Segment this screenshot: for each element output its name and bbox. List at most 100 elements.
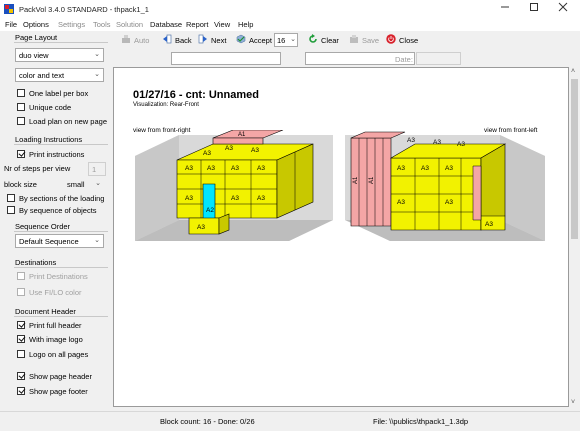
box-label: A3 [407, 137, 415, 144]
checkbox-box [17, 321, 25, 329]
box-label: A3 [433, 139, 441, 146]
maximize-button[interactable] [519, 0, 549, 19]
show-page-header-label: Show page header [29, 372, 92, 381]
box-label: A2 [206, 207, 214, 214]
auto-icon [122, 35, 130, 43]
divider [14, 144, 108, 145]
menu-tools[interactable]: Tools [93, 20, 111, 29]
by-sections-label: By sections of the loading [19, 194, 105, 203]
minimize-button[interactable] [490, 0, 520, 19]
print-full-header-label: Print full header [29, 321, 82, 330]
steps-per-view-field[interactable]: 1 [88, 162, 106, 176]
toolbar-field-left[interactable] [171, 52, 281, 65]
scroll-down-icon[interactable]: ˅ [571, 399, 575, 406]
chevron-down-icon: ⌄ [95, 180, 101, 187]
accept-icon [236, 34, 246, 44]
steps-per-view-label: Nr of steps per view [4, 164, 71, 173]
checkbox-box [17, 350, 25, 358]
menu-report[interactable]: Report [186, 20, 209, 29]
vertical-scrollbar[interactable]: ˄ ˅ [569, 67, 580, 407]
chevron-down-icon: ⌄ [290, 36, 296, 43]
close-icon [558, 2, 568, 12]
auto-label: Auto [134, 36, 150, 45]
status-bar: Block count: 16 - Done: 0/26 File: \\pub… [0, 411, 580, 431]
view-mode-value: duo view [19, 51, 49, 60]
file-path-status: File: \\publics\thpack1_1.3dp [373, 417, 469, 426]
sequence-select[interactable]: Default Sequence ⌄ [15, 234, 104, 248]
menu-view[interactable]: View [214, 20, 230, 29]
packvol-app-icon [4, 4, 14, 14]
accept-label: Accept [249, 36, 272, 45]
clear-icon [309, 34, 317, 43]
divider [14, 231, 108, 232]
menu-file[interactable]: File [5, 20, 17, 29]
checkbox-box [17, 372, 25, 380]
menu-options[interactable]: Options [23, 20, 49, 29]
close-window-button[interactable] [548, 0, 578, 19]
next-arrow-icon [198, 34, 207, 44]
menu-bar: File Options Settings Tools Solution Dat… [0, 19, 580, 31]
menu-database[interactable]: Database [150, 20, 182, 29]
report-canvas: 01/27/16 - cnt: Unnamed Visualization: R… [113, 67, 569, 407]
window-title: PackVol 3.4.0 STANDARD - thpack1_1 [19, 5, 149, 14]
box-label: A3 [445, 165, 453, 172]
menu-help[interactable]: Help [238, 20, 253, 29]
back-arrow-icon [163, 34, 172, 44]
print-destinations-label: Print Destinations [29, 272, 88, 281]
box-label: A3 [457, 141, 465, 148]
maximize-icon [530, 3, 538, 11]
divider [14, 42, 108, 43]
date-label: Date: [395, 55, 413, 64]
menu-solution[interactable]: Solution [116, 20, 143, 29]
page-layout-title: Page Layout [15, 33, 58, 42]
sequence-order-title: Sequence Order [15, 222, 71, 231]
view-front-left-diagram: A1 A1 A3 A3 A3 A3 A3 A3 A3 A3 A3 [345, 131, 545, 241]
checkbox-box [17, 335, 25, 343]
color-mode-select[interactable]: color and text ⌄ [15, 68, 104, 82]
clear-label: Clear [321, 36, 339, 45]
document-header-title: Document Header [15, 307, 76, 316]
box-label: A3 [485, 221, 493, 228]
view-front-right-diagram: A3 A3 A3 A1 A3 A3 A3 A3 A3 A3 A3 A2 A3 [135, 130, 333, 241]
checkbox-box [17, 150, 25, 158]
block-size-select[interactable]: small ⌄ [63, 177, 105, 191]
accept-count-select[interactable]: 16 ⌄ [274, 33, 298, 47]
block-size-value: small [67, 180, 85, 189]
accept-count-value: 16 [277, 36, 286, 45]
date-field[interactable] [416, 52, 461, 65]
box-label: A3 [225, 145, 233, 152]
scroll-up-icon[interactable]: ˄ [571, 68, 575, 75]
back-label: Back [175, 36, 192, 45]
next-label: Next [211, 36, 227, 45]
checkbox-box [7, 194, 15, 202]
report-page: 01/27/16 - cnt: Unnamed Visualization: R… [118, 72, 558, 406]
box-label: A3 [397, 199, 405, 206]
sidebar: Page Layout duo view ⌄ color and text ⌄ … [0, 31, 111, 411]
unique-code-label: Unique code [29, 103, 72, 112]
with-image-logo-label: With image logo [29, 335, 83, 344]
box-label: A3 [445, 199, 453, 206]
scrollbar-thumb[interactable] [571, 79, 578, 239]
load-plan-label: Load plan on new page [29, 117, 107, 126]
save-label: Save [362, 36, 380, 45]
color-mode-value: color and text [19, 71, 65, 80]
box-label: A3 [185, 165, 193, 172]
box-label: A3 [185, 195, 193, 202]
use-filo-color-label: Use FI/LO color [29, 288, 82, 297]
title-bar: PackVol 3.4.0 STANDARD - thpack1_1 [0, 0, 580, 19]
box-label: A3 [257, 165, 265, 172]
report-heading: 01/27/16 - cnt: Unnamed [133, 89, 259, 101]
one-label-label: One label per box [29, 89, 89, 98]
close-label: Close [399, 36, 419, 45]
box-label: A1 [353, 176, 359, 184]
box-label: A1 [238, 132, 246, 138]
show-page-footer-label: Show page footer [29, 387, 88, 396]
view-mode-select[interactable]: duo view ⌄ [15, 48, 104, 62]
sequence-value: Default Sequence [19, 237, 79, 246]
box-label: A3 [231, 195, 239, 202]
checkbox-box [17, 387, 25, 395]
checkbox-box [17, 89, 25, 97]
chevron-down-icon: ⌄ [94, 237, 100, 244]
divider [14, 267, 108, 268]
menu-settings[interactable]: Settings [58, 20, 85, 29]
